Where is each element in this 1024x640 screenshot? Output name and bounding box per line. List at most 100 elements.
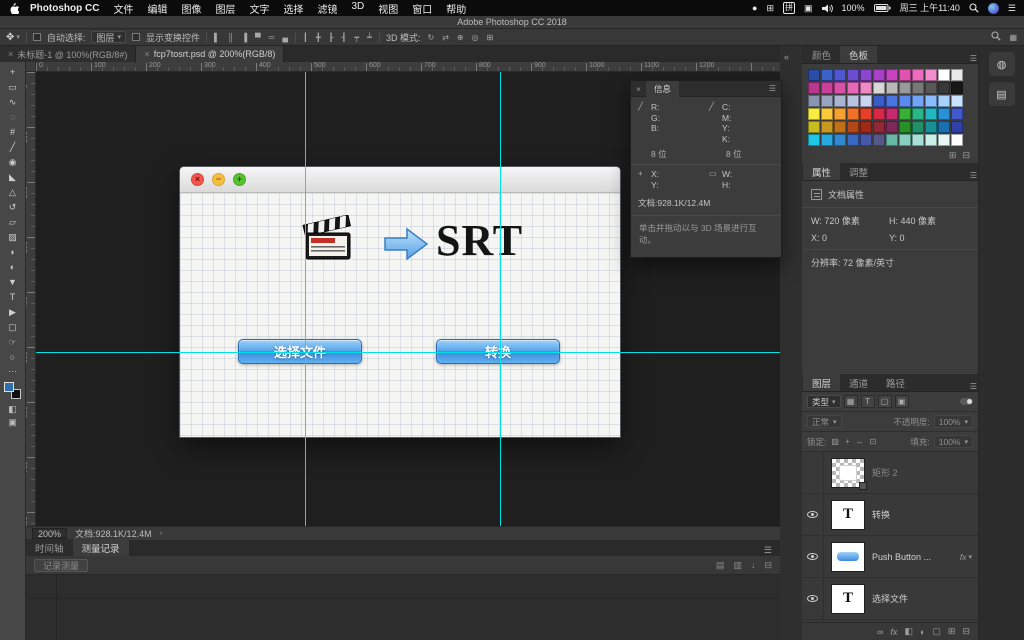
grid-status-icon[interactable]: ⊞ [766,4,774,13]
color-swatch[interactable] [808,121,820,133]
panel-tab[interactable]: 路径 [877,374,914,391]
spotlight-search-icon[interactable] [969,3,979,13]
lasso-tool[interactable]: ∿ [3,95,23,110]
ruler-top[interactable]: 0100200300400500600700800900100011001200 [36,62,780,72]
panel-tab[interactable]: 色板 [840,46,877,63]
opacity-dropdown[interactable]: 100%▾ [934,415,973,428]
color-swatch[interactable] [925,82,937,94]
options-search-icon[interactable] [990,31,1002,43]
layer-mask-icon[interactable]: ◧ [904,626,913,637]
document-tab[interactable]: ×fcp7tosrt.psd @ 200%(RGB/8) [136,46,284,62]
color-swatch[interactable] [834,121,846,133]
3d-rotate-icon[interactable]: ↻ [426,33,435,42]
quick-mask-icon[interactable]: ◧ [3,403,23,416]
filter-smart-objects-icon[interactable]: ▣ [895,395,909,408]
layers-panel-menu-icon[interactable]: ☰ [970,382,977,391]
new-swatch-icon[interactable]: ⊞ [949,150,957,161]
guide-vertical-2[interactable] [500,72,501,526]
distribute-6-icon[interactable]: ┷ [366,33,373,42]
workspace-selector-icon[interactable]: ▦ [1008,33,1018,42]
color-swatch[interactable] [834,134,846,146]
menubar-menu[interactable]: 窗口 [405,1,439,16]
color-swatch[interactable] [925,134,937,146]
layer-visibility-toggle[interactable] [802,494,824,535]
info-panel-close-icon[interactable]: × [636,84,641,94]
color-swatch[interactable] [847,69,859,81]
color-swatch[interactable] [925,69,937,81]
menubar-menu[interactable]: 图像 [174,1,208,16]
zoom-tool[interactable]: ○ [3,350,23,365]
color-swatch[interactable] [860,69,872,81]
panel-tab[interactable]: 图层 [803,374,840,391]
brush-tool[interactable]: ◣ [3,170,23,185]
color-swatch[interactable] [847,134,859,146]
color-swatch[interactable] [912,108,924,120]
measure-deselect-icon[interactable]: ▥ [733,560,742,571]
color-swatch[interactable] [886,69,898,81]
color-swatch[interactable] [925,108,937,120]
delete-swatch-icon[interactable]: ⊟ [962,150,970,161]
distribute-4-icon[interactable]: ┨ [340,33,347,42]
menubar-app-name[interactable]: Photoshop CC [23,3,106,14]
color-swatch[interactable] [912,95,924,107]
fill-dropdown[interactable]: 100%▾ [934,435,973,448]
show-transform-checkbox[interactable] [132,33,140,41]
layer-row[interactable]: T选择文件 [802,578,978,620]
status-dot-icon[interactable]: ● [752,4,757,13]
panel-tab[interactable]: 测量记录 [73,539,129,556]
move-tool[interactable]: + [3,65,23,80]
3d-scale-icon[interactable]: ⊞ [486,33,495,42]
adjustment-layer-icon[interactable]: ◐ [920,627,925,637]
color-swatch[interactable] [899,108,911,120]
color-swatch[interactable] [938,95,950,107]
layer-row[interactable]: Push Button ...fx▾ [802,536,978,578]
collapse-dock-icon[interactable]: « [784,52,789,62]
delete-layer-icon[interactable]: ⊟ [962,626,970,637]
color-swatch[interactable] [951,108,963,120]
align-right-icon[interactable]: ▐ [240,33,248,42]
color-swatch[interactable] [821,95,833,107]
color-swatch[interactable] [951,82,963,94]
color-swatch[interactable] [886,108,898,120]
color-swatch[interactable] [912,121,924,133]
apple-menu-icon[interactable] [8,2,19,14]
menubar-menu[interactable]: 滤镜 [310,1,344,16]
clone-stamp-tool[interactable]: △ [3,185,23,200]
color-swatch[interactable] [951,134,963,146]
menubar-menu[interactable]: 帮助 [439,1,473,16]
layer-filter-toggle[interactable] [960,398,973,405]
distribute-3-icon[interactable]: ┠ [328,33,335,42]
color-swatch[interactable] [860,108,872,120]
color-swatch[interactable] [847,108,859,120]
color-swatch[interactable] [925,121,937,133]
tab-close-icon[interactable]: × [8,49,13,59]
menubar-menu[interactable]: 3D [344,1,371,16]
align-bottom-icon[interactable]: ▄ [281,33,289,42]
ruler-left[interactable]: 0100200300400500600700800 [26,72,36,526]
menubar-menu[interactable]: 视图 [371,1,405,16]
delete-measurements-icon[interactable]: ⊟ [764,560,772,571]
color-swatch[interactable] [860,95,872,107]
healing-brush-tool[interactable]: ◉ [3,155,23,170]
align-center-h-icon[interactable]: ║ [227,33,235,42]
foreground-color-swatch[interactable] [4,382,14,392]
color-swatch[interactable] [821,134,833,146]
volume-icon[interactable] [822,4,833,13]
filter-type-layers-icon[interactable]: T [861,395,875,408]
color-swatch[interactable] [847,82,859,94]
crop-tool[interactable]: # [3,125,23,140]
link-layers-icon[interactable]: ∞ [877,627,883,637]
measurement-log-table[interactable] [26,575,780,640]
info-panel-menu-icon[interactable]: ☰ [769,84,776,93]
color-swatch[interactable] [873,82,885,94]
color-swatch-control[interactable] [4,382,21,399]
lock-all-icon[interactable]: ⊡ [869,437,878,446]
export-measurements-icon[interactable]: ↓ [751,560,756,571]
color-swatch[interactable] [938,69,950,81]
new-layer-icon[interactable]: ⊞ [948,626,956,637]
menubar-menu[interactable]: 选择 [276,1,310,16]
color-swatch[interactable] [873,134,885,146]
quick-selection-tool[interactable]: ◌ [3,110,23,125]
panel-tab[interactable]: 调整 [840,163,877,180]
tab-close-icon[interactable]: × [144,49,149,59]
